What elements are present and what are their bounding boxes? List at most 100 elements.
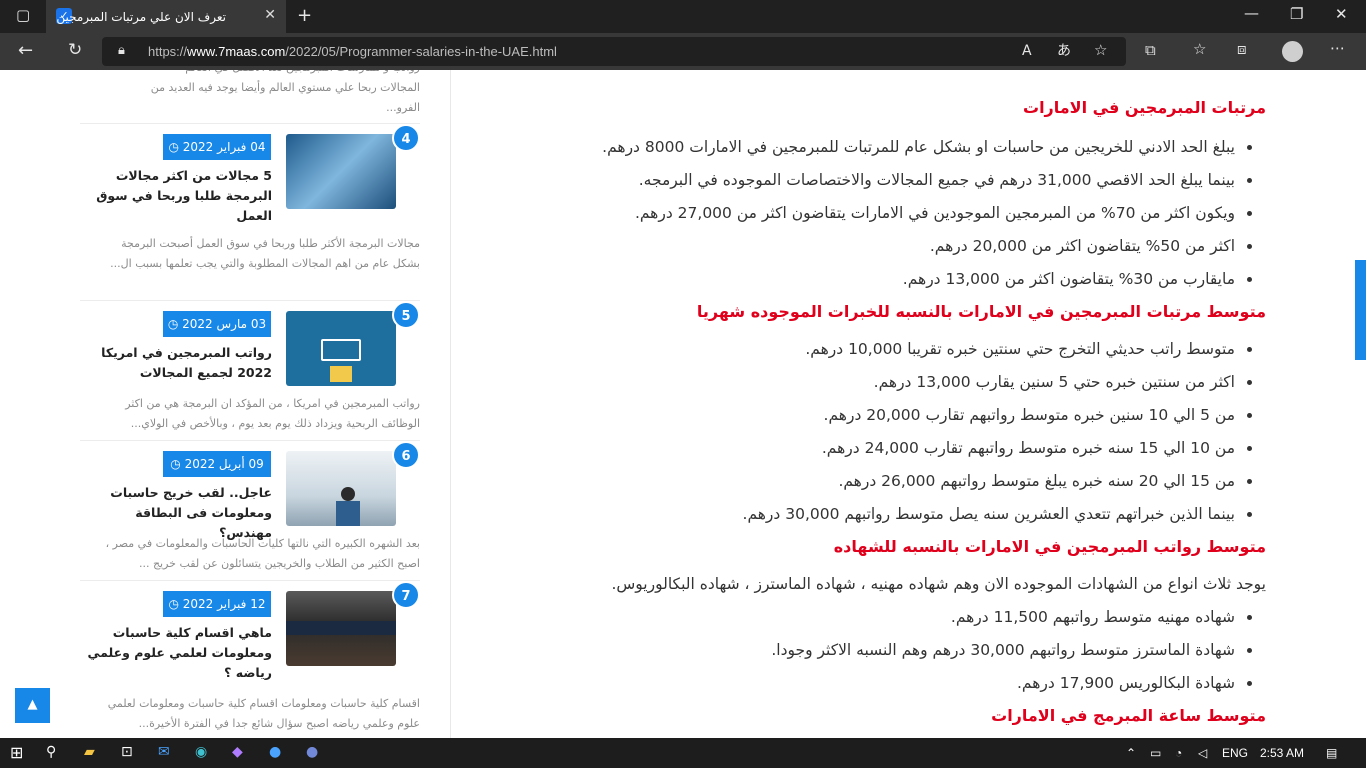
favorites-icon[interactable]: ☆ xyxy=(1193,42,1206,57)
article-body: مرتبات المبرمجين في الامارات يبلغ الحد ا… xyxy=(490,70,1266,738)
url-field[interactable]: 🔒︎ https://www.7maas.com/2022/05/Program… xyxy=(102,37,1126,66)
rank-badge: 6 xyxy=(392,441,420,469)
list-item: من 5 الي 10 سنين خبره متوسط رواتبهم تقار… xyxy=(824,406,1266,424)
snippet-line: المجالات ربحا علي مستوي العالم وأيضا يوج… xyxy=(150,81,420,94)
battery-icon[interactable]: ▭ xyxy=(1150,746,1161,760)
list-item: شهاده مهنيه متوسط رواتبهم 11,500 درهم. xyxy=(951,608,1266,626)
windows-start-icon[interactable]: ⊞ xyxy=(10,743,23,762)
section-heading: مرتبات المبرمجين في الامارات xyxy=(1022,98,1266,117)
language-indicator[interactable]: ENG xyxy=(1222,746,1248,760)
volume-icon[interactable]: ◁ xyxy=(1198,746,1207,760)
top-snippet: رواتب و ممارسات المبرمجين تعد الافضل في … xyxy=(95,70,420,118)
list-item: اكثر من 50% يتقاضون اكثر من 20,000 درهم. xyxy=(930,237,1266,255)
post-thumbnail[interactable] xyxy=(286,134,396,209)
list-item: شهادة البكالوريس 17,900 درهم. xyxy=(1017,674,1266,692)
collections-icon[interactable]: ⧈ xyxy=(1237,42,1247,57)
scroll-to-top-button[interactable]: ▲ xyxy=(15,688,50,723)
translate-icon[interactable]: あ xyxy=(1057,44,1071,58)
search-icon[interactable]: ⚲ xyxy=(46,744,56,760)
lock-icon: 🔒︎ xyxy=(118,43,125,58)
clock-icon: ◷ xyxy=(168,597,179,611)
card-divider xyxy=(80,440,420,441)
app-icon[interactable]: ● xyxy=(269,744,281,760)
list-item: بينما الذين خبراتهم تتعدي العشرين سنه يص… xyxy=(743,505,1266,523)
card-divider xyxy=(80,123,420,124)
read-aloud-icon[interactable]: A xyxy=(1022,44,1032,58)
clock-icon: ◷ xyxy=(170,457,181,471)
clock-icon: ◷ xyxy=(167,317,179,331)
post-snippet: رواتب المبرمجين في امريكا ، من المؤكد ان… xyxy=(125,397,420,430)
snippet-line: رواتب و ممارسات المبرمجين تعد الافضل في … xyxy=(95,70,420,78)
card-divider xyxy=(80,300,420,301)
date-text: 09 أبريل 2022 xyxy=(184,457,264,471)
section-heading: متوسط ساعة المبرمج في الامارات xyxy=(991,706,1266,725)
list-item: مايقارب من 30% يتقاضون اكثر من 13,000 در… xyxy=(903,270,1266,288)
list-item: من 10 الي 15 سنه خبره متوسط رواتبهم تقار… xyxy=(822,439,1266,457)
list-item: ويكون اكثر من 70% من المبرمجين الموجودين… xyxy=(635,204,1266,222)
tab-title: تعرف الان علي مرتبات المبرمجين ف... xyxy=(56,9,226,24)
url-text[interactable]: https://www.7maas.com/2022/05/Programmer… xyxy=(148,44,557,59)
snippet-line: الفرو... xyxy=(386,101,420,114)
page-scrollbar[interactable] xyxy=(1355,260,1366,360)
favorite-star-icon[interactable]: ☆ xyxy=(1094,43,1107,58)
extensions-icon[interactable]: ⧉ xyxy=(1145,43,1156,58)
post-snippet: اقسام كلية حاسبات ومعلومات اقسام كلية حا… xyxy=(107,697,420,730)
post-thumbnail[interactable] xyxy=(286,311,396,386)
mail-icon[interactable]: ✉ xyxy=(158,744,170,760)
notifications-icon[interactable]: ▤ xyxy=(1326,746,1337,760)
visual-studio-icon[interactable]: ◆ xyxy=(232,744,243,760)
sidebar-related-posts: رواتب و ممارسات المبرمجين تعد الافضل في … xyxy=(80,70,420,738)
clock-icon: ◷ xyxy=(168,140,179,154)
date-badge: 12 فبراير 2022 ◷ xyxy=(163,591,271,617)
column-divider xyxy=(450,70,451,738)
post-snippet: مجالات البرمجة الأكثر طلبا وربحا في سوق … xyxy=(110,237,420,270)
show-hidden-icons-icon[interactable]: ⌃ xyxy=(1126,746,1136,760)
date-badge: 09 أبريل 2022 ◷ xyxy=(163,451,271,477)
tab-actions-icon[interactable]: ▢ xyxy=(16,8,30,23)
list-item: يبلغ الحد الادني للخريجين من حاسبات او ب… xyxy=(602,138,1266,156)
close-window-icon[interactable]: ✕ xyxy=(1335,7,1348,22)
post-snippet: بعد الشهره الكبيره التي نالتها كليات الح… xyxy=(105,537,420,570)
post-title-link[interactable]: 5 مجالات من اكثر مجالات البرمجة طلبا ورب… xyxy=(82,166,272,226)
refresh-icon[interactable]: ↻ xyxy=(68,42,82,59)
list-item: بينما يبلغ الحد الاقصي 31,000 درهم في جم… xyxy=(639,171,1266,189)
date-text: 12 فبراير 2022 xyxy=(182,597,266,611)
date-text: 04 فبراير 2022 xyxy=(182,140,266,154)
windows-taskbar: ⊞ ⚲ ▰ ⊡ ✉ ◉ ◆ ● ● ⌃ ▭ ◔ ◁ ENG 2:53 AM ▤ xyxy=(0,738,1366,768)
list-item: اكثر من سنتين خبره حتي 5 سنين يقارب 13,0… xyxy=(874,373,1266,391)
file-explorer-icon[interactable]: ▰ xyxy=(84,744,95,760)
card-divider xyxy=(80,580,420,581)
new-tab-icon[interactable]: + xyxy=(297,7,312,25)
address-bar-row: ← ↻ 🔒︎ https://www.7maas.com/2022/05/Pro… xyxy=(0,33,1366,70)
date-badge: 04 فبراير 2022 ◷ xyxy=(163,134,271,160)
browser-tab[interactable]: ✓ تعرف الان علي مرتبات المبرمجين ف... ✕ xyxy=(46,0,286,33)
edge-browser-icon[interactable]: ◉ xyxy=(195,744,207,760)
list-item: من 15 الي 20 سنه خبره يبلغ متوسط رواتبهم… xyxy=(838,472,1266,490)
close-tab-icon[interactable]: ✕ xyxy=(264,7,276,23)
minimize-icon[interactable]: — xyxy=(1244,6,1259,21)
section-heading: متوسط مرتبات المبرمجين في الامارات بالنس… xyxy=(696,302,1266,321)
rank-badge: 5 xyxy=(392,301,420,329)
rank-badge: 4 xyxy=(392,124,420,152)
list-item: متوسط راتب حديثي التخرج حتي سنتين خبره ت… xyxy=(805,340,1266,358)
settings-more-icon[interactable]: ⋯ xyxy=(1330,41,1345,56)
clock-time[interactable]: 2:53 AM xyxy=(1260,746,1304,760)
discord-icon[interactable]: ● xyxy=(306,744,318,760)
wifi-icon[interactable]: ◔ xyxy=(1175,746,1182,760)
post-thumbnail[interactable] xyxy=(286,451,396,526)
maximize-icon[interactable]: ❐ xyxy=(1290,7,1303,22)
date-text: 03 مارس 2022 xyxy=(182,317,267,331)
post-title-link[interactable]: رواتب المبرمجين في امريكا 2022 لجميع الم… xyxy=(82,343,272,383)
web-page: رواتب و ممارسات المبرمجين تعد الافضل في … xyxy=(0,70,1366,738)
rank-badge: 7 xyxy=(392,581,420,609)
store-icon[interactable]: ⊡ xyxy=(121,744,133,760)
paragraph: يوجد ثلاث انواع من الشهادات الموجوده الا… xyxy=(611,575,1266,593)
browser-tab-bar: ▢ ✓ تعرف الان علي مرتبات المبرمجين ف... … xyxy=(0,0,1366,33)
back-icon[interactable]: ← xyxy=(18,42,33,60)
profile-avatar[interactable] xyxy=(1282,41,1303,62)
section-heading: متوسط رواتب المبرمجين في الامارات بالنسب… xyxy=(833,537,1266,556)
list-item: شهادة الماسترز متوسط رواتبهم 30,000 درهم… xyxy=(771,641,1266,659)
post-thumbnail[interactable] xyxy=(286,591,396,666)
post-title-link[interactable]: ماهي اقسام كلية حاسبات ومعلومات لعلمي عل… xyxy=(82,623,272,683)
date-badge: 03 مارس 2022 ◷ xyxy=(163,311,271,337)
